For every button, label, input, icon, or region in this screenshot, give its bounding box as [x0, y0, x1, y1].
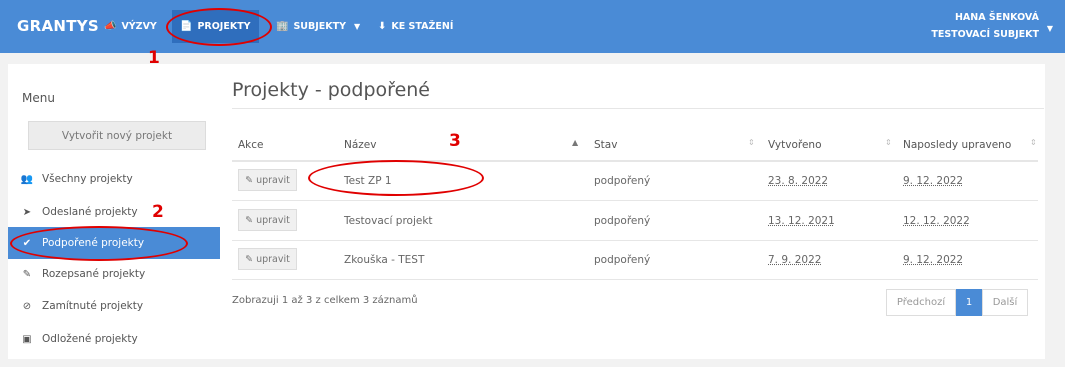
nav-subjekty[interactable]: 🏢 SUBJEKTY ▼ [268, 10, 368, 43]
user-org: TESTOVACÍ SUBJEKT [931, 29, 1039, 40]
annotation-ellipse-1 [166, 8, 272, 46]
pencil-icon: ✎ [22, 268, 32, 280]
pagination-prev[interactable]: Předchozí [886, 289, 956, 316]
ban-icon: ⊘ [22, 300, 32, 312]
divider [232, 200, 1038, 201]
project-status: podpořený [594, 175, 651, 187]
edit-button[interactable]: ✎ upravit [238, 169, 297, 191]
sidebar-item-sent[interactable]: ➤ Odeslané projekty [8, 196, 220, 228]
nav-vyzvy[interactable]: 📣 VÝZVY [96, 10, 165, 43]
pagination-next[interactable]: Další [982, 289, 1028, 316]
sidebar-item-all[interactable]: 👥 Všechny projekty [8, 163, 220, 195]
pencil-icon: ✎ [245, 174, 254, 186]
project-status: podpořený [594, 215, 651, 227]
chevron-down-icon[interactable]: ▼ [1047, 24, 1053, 33]
create-project-button[interactable]: Vytvořit nový projekt [28, 121, 206, 150]
chevron-down-icon: ▼ [354, 22, 361, 31]
sidebar-item-postponed[interactable]: ▣ Odložené projekty [8, 323, 220, 355]
project-modified: 9. 12. 2022 [903, 175, 964, 187]
sort-asc-icon[interactable]: ▲ [572, 138, 578, 147]
sidebar-item-label: Odložené projekty [42, 333, 138, 345]
annotation-number-3: 3 [449, 131, 461, 151]
building-icon: 🏢 [276, 21, 289, 32]
divider [232, 279, 1038, 280]
megaphone-icon: 📣 [104, 21, 117, 32]
sidebar-title: Menu [22, 91, 55, 105]
nav-label: SUBJEKTY [293, 21, 346, 32]
sidebar-item-label: Zamítnuté projekty [42, 300, 144, 312]
sort-icon[interactable]: ⇕ [1030, 138, 1037, 147]
table-info: Zobrazuji 1 až 3 z celkem 3 záznamů [232, 295, 418, 306]
edit-button-label: upravit [256, 174, 290, 186]
sidebar-item-label: Všechny projekty [42, 173, 133, 185]
user-menu[interactable]: HANA ŠENKOVÁ TESTOVACÍ SUBJEKT [931, 9, 1039, 43]
sidebar-item-label: Rozepsané projekty [42, 268, 146, 280]
sidebar-item-label: Odeslané projekty [42, 206, 138, 218]
edit-button[interactable]: ✎ upravit [238, 248, 297, 270]
top-navbar: GRANTYS 📣 VÝZVY 📄 PROJEKTY 🏢 SUBJEKTY ▼ … [0, 0, 1065, 53]
nav-ke-stazeni[interactable]: ⬇ KE STAŽENÍ [370, 10, 461, 43]
divider [232, 240, 1038, 241]
project-modified: 9. 12. 2022 [903, 254, 964, 266]
project-status: podpořený [594, 254, 651, 266]
sort-icon[interactable]: ⇕ [748, 138, 755, 147]
brand-logo[interactable]: GRANTYS [17, 17, 99, 35]
sidebar-item-rejected[interactable]: ⊘ Zamítnuté projekty [8, 290, 220, 322]
project-name: Testovací projekt [344, 215, 433, 227]
edit-button-label: upravit [256, 253, 290, 265]
column-header-akce: Akce [238, 139, 264, 151]
column-header-nazev[interactable]: Název [344, 139, 376, 151]
page-title: Projekty - podpořené [232, 79, 430, 101]
pencil-icon: ✎ [245, 253, 254, 265]
nav-label: VÝZVY [121, 21, 157, 32]
project-modified: 12. 12. 2022 [903, 215, 970, 227]
project-created: 13. 12. 2021 [768, 215, 835, 227]
edit-button[interactable]: ✎ upravit [238, 209, 297, 231]
project-name: Zkouška - TEST [344, 254, 425, 266]
project-created: 7. 9. 2022 [768, 254, 822, 266]
pagination-page-1[interactable]: 1 [956, 289, 982, 316]
divider [232, 108, 1044, 109]
column-header-stav[interactable]: Stav [594, 139, 617, 151]
column-header-naposledy-upraveno[interactable]: Naposledy upraveno [903, 139, 1011, 151]
annotation-number-1: 1 [148, 48, 160, 68]
annotation-number-2: 2 [152, 202, 164, 222]
send-icon: ➤ [22, 206, 32, 218]
sort-icon[interactable]: ⇕ [885, 138, 892, 147]
sidebar-item-draft[interactable]: ✎ Rozepsané projekty [8, 258, 220, 290]
annotation-ellipse-3 [308, 160, 484, 196]
project-created: 23. 8. 2022 [768, 175, 829, 187]
users-icon: 👥 [20, 173, 34, 185]
annotation-ellipse-2 [10, 226, 188, 261]
edit-button-label: upravit [256, 214, 290, 226]
column-header-vytvoreno[interactable]: Vytvořeno [768, 139, 822, 151]
archive-icon: ▣ [22, 333, 32, 345]
user-name: HANA ŠENKOVÁ [954, 12, 1039, 23]
download-icon: ⬇ [378, 21, 387, 32]
nav-label: KE STAŽENÍ [391, 21, 454, 32]
pencil-icon: ✎ [245, 214, 254, 226]
